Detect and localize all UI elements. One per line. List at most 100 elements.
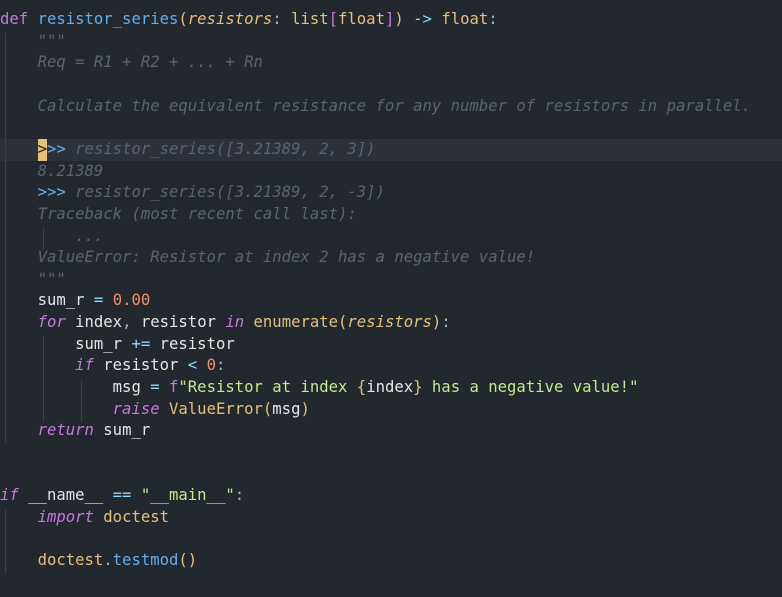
code-token: sum_r [103,421,151,440]
code-token: += [122,334,160,353]
code-line[interactable] [0,529,782,551]
code-token: >>> [37,183,76,202]
code-token: sum_r [37,291,85,310]
code-line[interactable]: """ [0,31,782,53]
code-line[interactable] [0,442,782,464]
code-token: 0 [206,356,216,375]
text-cursor: > [37,138,47,161]
code-token: import [37,507,94,526]
code-line[interactable]: Calculate the equivalent resistance for … [0,96,782,118]
code-line[interactable] [0,117,782,139]
code-token: : [234,486,245,505]
code-line[interactable]: ValueError: Resistor at index 2 has a ne… [0,247,782,269]
code-token: list [291,10,329,28]
code-token: resistor [140,313,216,332]
code-token: sum_r [75,334,123,353]
code-token: resistor_series [37,10,179,28]
code-token: index [366,378,414,397]
code-line[interactable]: """ [0,269,782,291]
indent-guide-main [5,510,6,574]
code-token: Calculate the equivalent resistance for … [37,96,752,115]
code-token: { [356,378,367,397]
code-token: 8.21389 [37,161,104,180]
code-line[interactable]: import doctest [0,507,782,529]
code-line[interactable]: def resistor_series(resistors: list[floa… [0,9,782,31]
code-token: """ [37,31,66,50]
code-line[interactable]: Req = R1 + R2 + ... + Rn [0,52,782,74]
code-token: in [225,313,245,332]
code-line[interactable] [0,74,782,96]
code-line[interactable]: >>> resistor_series([3.21389, 2, 3]) [0,138,782,161]
code-line[interactable]: msg = f"Resistor at index {index} has a … [0,377,782,399]
code-token: resistor_series([3.21389, 2, -3]) [75,183,385,202]
code-token: : [272,10,292,28]
code-line[interactable]: if __name__ == "__main__": [0,485,782,507]
code-line[interactable]: 8.21389 [0,161,782,183]
code-line[interactable]: doctest.testmod() [0,550,782,572]
code-token: resistor [103,356,179,375]
code-token: ) [394,10,404,28]
code-token: ) [300,399,310,418]
code-token: = [84,291,113,310]
code-line[interactable]: sum_r = 0.00 [0,290,782,312]
code-token: >> [46,139,76,158]
code-token: has a negative value!" [422,378,639,397]
code-token: doctest [37,551,104,570]
code-token: ( [338,313,348,332]
code-token: < [178,356,207,375]
code-token: index [75,313,123,332]
code-token: raise [112,399,160,418]
code-token: doctest [103,507,170,526]
code-token: ValueError: Resistor at index 2 has a ne… [37,248,536,267]
code-line[interactable]: if resistor < 0: [0,355,782,377]
code-token: "Resistor at index [178,378,357,397]
code-token: ValueError [169,399,263,418]
code-line[interactable]: return sum_r [0,420,782,442]
code-token: ... [75,226,104,245]
code-token: = [140,378,170,397]
indent-guide-level-2 [43,228,44,250]
code-line[interactable]: ... [0,226,782,248]
code-line[interactable]: Traceback (most recent call last): [0,204,782,226]
code-token: -> [403,10,442,28]
code-token: [ [328,10,339,28]
code-token: float [441,10,489,28]
code-token: testmod [112,551,179,570]
code-token: ( [262,399,273,418]
code-token: resistors [347,313,432,332]
code-token: __name__ [28,486,104,505]
code-token: msg [112,378,141,397]
code-token: : [215,356,226,375]
code-token: if [0,486,19,505]
indent-guide-level-2 [43,336,44,422]
code-token: () [178,551,198,570]
indent-guide-level-3 [81,380,82,422]
code-token: if [75,356,94,375]
code-token: . [103,551,113,570]
code-token: ] [384,10,395,28]
code-editor[interactable]: doctest.testmod() import doctest if __nam… [0,0,782,597]
code-token: return [37,421,94,440]
code-token: msg [272,399,301,418]
code-token: : [441,313,451,332]
code-token: enumerate [253,313,339,332]
code-line[interactable]: sum_r += resistor [0,334,782,356]
code-line[interactable]: >>> resistor_series([3.21389, 2, -3]) [0,182,782,204]
code-token: 0.00 [112,291,151,310]
code-line[interactable] [0,464,782,486]
code-line[interactable]: for index, resistor in enumerate(resisto… [0,312,782,334]
code-line[interactable]: raise ValueError(msg) [0,399,782,421]
code-token: """ [37,269,66,288]
